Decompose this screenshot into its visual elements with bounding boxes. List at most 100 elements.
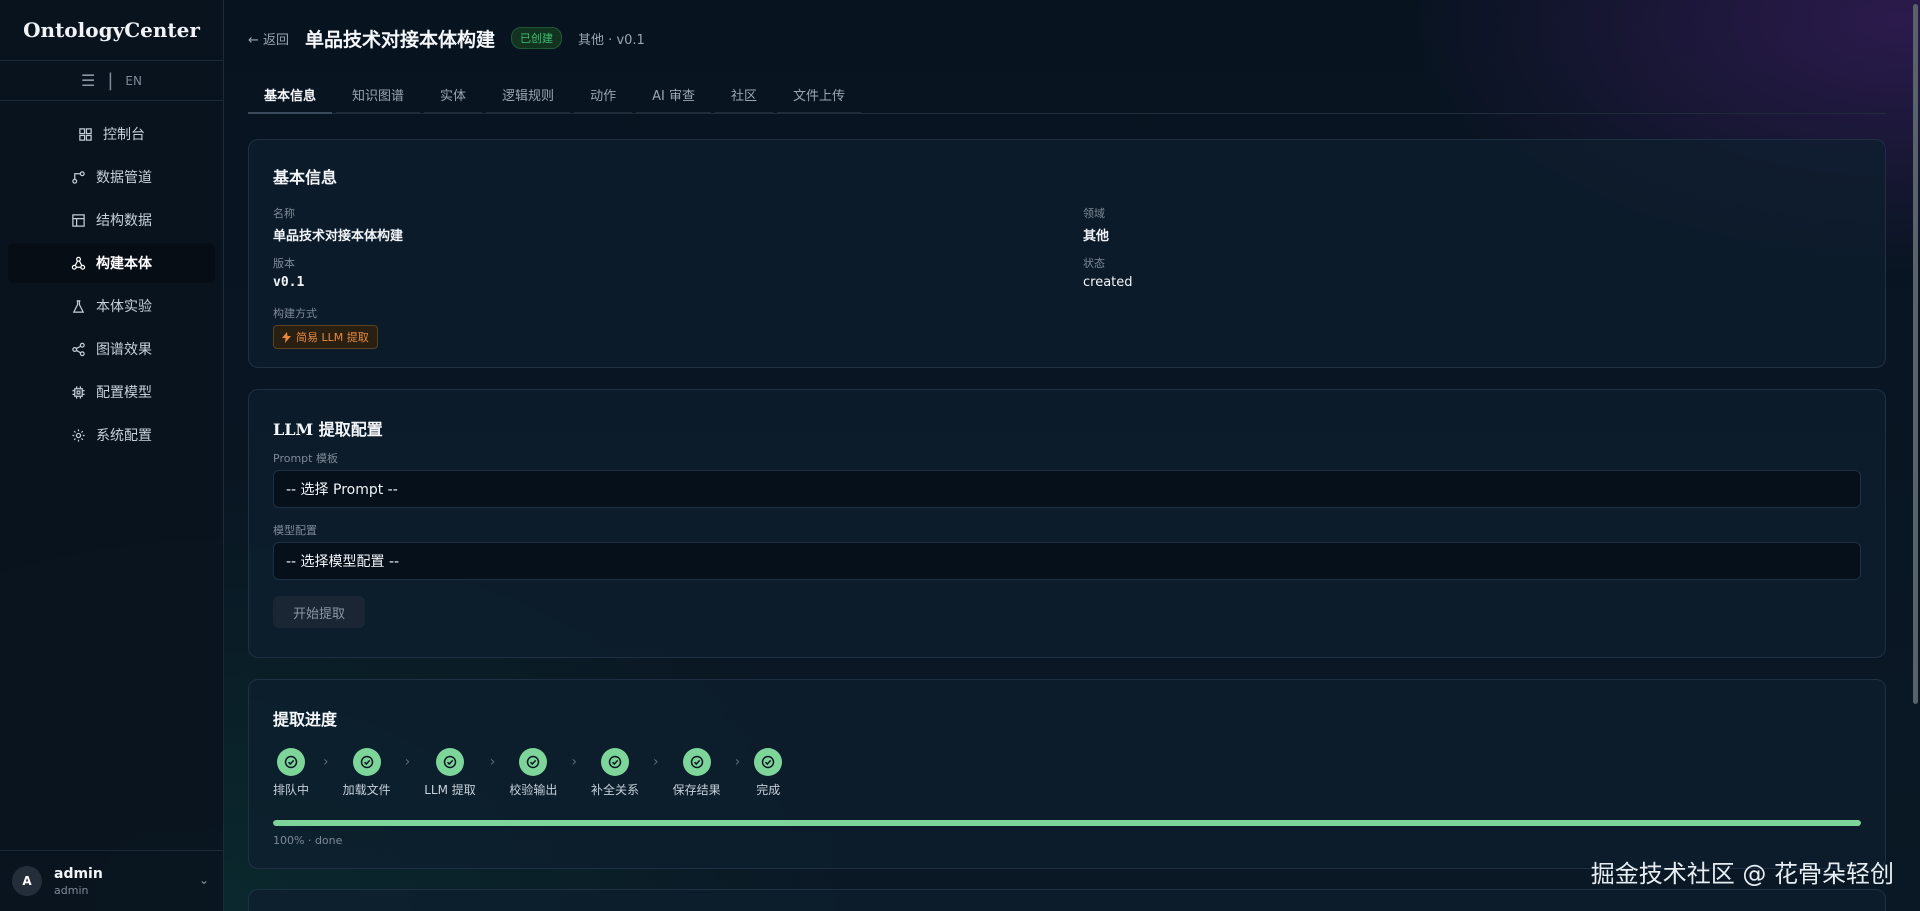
start-extraction-button[interactable]: 开始提取	[273, 596, 366, 628]
chevron-right-icon: ›	[404, 754, 411, 770]
tab-actions[interactable]: 动作	[574, 76, 633, 114]
sidebar-item-label: 系统配置	[96, 428, 152, 444]
progress-step: 保存结果	[673, 748, 721, 798]
progress-step-label: 保存结果	[672, 783, 721, 797]
page-header: ← 返回 单品技术对接本体构建 已创建 其他 · v0.1	[248, 0, 1886, 76]
progress-bar	[273, 820, 1861, 826]
sidebar-toolbar: ☰ | EN	[0, 61, 223, 101]
sidebar-item-label: 配置模型	[96, 385, 152, 401]
brand-logo: OntologyCenter	[0, 0, 223, 61]
llm-config-card: LLM 提取配置 Prompt 模板 -- 选择 Prompt -- 模型配置 …	[248, 389, 1886, 658]
tab-bar: 基本信息 知识图谱 实体 逻辑规则 动作 AI 审查 社区 文件上传	[248, 76, 1886, 114]
tab-basic-info[interactable]: 基本信息	[248, 76, 333, 114]
sidebar-item-ontology-lab[interactable]: 本体实验	[8, 286, 215, 326]
language-toggle[interactable]: EN	[125, 74, 142, 88]
field-label: 领域	[1083, 207, 1105, 220]
prompt-field: Prompt 模板 -- 选择 Prompt --	[273, 450, 1861, 508]
field-label: Prompt 模板	[273, 452, 338, 465]
tab-ai-review[interactable]: AI 审查	[636, 76, 711, 114]
sidebar-item-label: 结构数据	[96, 213, 152, 229]
sidebar-item-dashboard[interactable]: 控制台	[8, 114, 215, 154]
sidebar-item-label: 控制台	[103, 127, 145, 143]
user-info: admin admin	[54, 866, 103, 897]
chevron-right-icon: ›	[571, 754, 578, 770]
hierarchy-icon	[71, 256, 86, 270]
check-circle-icon	[682, 748, 711, 776]
check-circle-icon	[601, 748, 630, 776]
tab-knowledge-graph[interactable]: 知识图谱	[336, 76, 421, 114]
share-graph-icon	[72, 342, 85, 356]
page-meta: 其他 · v0.1	[578, 32, 645, 48]
model-field: 模型配置 -- 选择模型配置 --	[273, 522, 1861, 580]
field-value: 单品技术对接本体构建	[273, 229, 404, 244]
check-circle-icon	[519, 748, 548, 776]
progress-step-label: 加载文件	[342, 783, 391, 797]
method-field: 构建方式 简易 LLM 提取	[273, 305, 378, 349]
progress-step-label: 校验输出	[509, 783, 558, 797]
gear-icon	[72, 428, 85, 442]
sidebar-item-model-config[interactable]: 配置模型	[8, 372, 215, 412]
prompt-select[interactable]: -- 选择 Prompt --	[273, 470, 1861, 508]
hamburger-menu-icon[interactable]: ☰	[81, 71, 95, 90]
tab-entities[interactable]: 实体	[424, 76, 483, 114]
progress-step: 完成	[754, 748, 783, 798]
status-badge: 已创建	[511, 27, 563, 49]
progress-step-label: 补全关系	[591, 783, 640, 797]
sidebar-item-graph-effect[interactable]: 图谱效果	[8, 329, 215, 369]
model-select[interactable]: -- 选择模型配置 --	[273, 542, 1861, 580]
field-label: 模型配置	[273, 524, 317, 537]
field-value: v0.1	[273, 275, 305, 290]
progress-bar-fill	[273, 820, 1861, 826]
method-value: 简易 LLM 提取	[296, 331, 369, 344]
progress-step: 校验输出	[509, 748, 557, 798]
sidebar: OntologyCenter ☰ | EN 控制台 数据管道 结构数据 构建本体…	[0, 0, 224, 911]
field-value: 其他	[1083, 229, 1110, 244]
chevron-down-icon[interactable]: ⌄	[199, 873, 209, 887]
scrollbar[interactable]	[1913, 4, 1918, 704]
user-name: admin	[54, 865, 103, 882]
progress-step-label: 排队中	[273, 783, 310, 797]
sidebar-item-label: 数据管道	[96, 170, 152, 186]
chevron-right-icon: ›	[323, 754, 329, 770]
sidebar-item-structured-data[interactable]: 结构数据	[8, 200, 215, 240]
field-label: 名称	[273, 207, 295, 220]
sidebar-nav: 控制台 数据管道 结构数据 构建本体 本体实验 图谱效果 配置模型 系统配置	[0, 101, 223, 455]
domain-field: 领域 其他	[1083, 205, 1109, 244]
lightning-icon	[282, 331, 291, 343]
basic-info-card: 基本信息 名称 单品技术对接本体构建 领域 其他 版本 v0.1 状态 crea…	[248, 139, 1886, 368]
method-tag: 简易 LLM 提取	[273, 325, 378, 349]
sidebar-item-label: 图谱效果	[96, 342, 152, 358]
name-field: 名称 单品技术对接本体构建	[273, 205, 403, 244]
avatar: A	[12, 866, 42, 896]
field-label: 版本	[273, 257, 295, 270]
check-circle-icon	[352, 748, 381, 776]
tab-file-upload[interactable]: 文件上传	[776, 76, 861, 114]
version-field: 版本 v0.1	[273, 255, 304, 290]
progress-steps: 排队中 › 加载文件 › LLM 提取 › 校验输出 › 补全关系 › 保存结果 › 完成	[273, 748, 1861, 798]
flask-icon	[72, 299, 85, 313]
chevron-right-icon: ›	[653, 754, 659, 770]
tab-logic-rules[interactable]: 逻辑规则	[486, 76, 571, 114]
page-title: 单品技术对接本体构建	[305, 28, 496, 51]
sidebar-item-label: 构建本体	[96, 256, 152, 272]
main-content: ← 返回 单品技术对接本体构建 已创建 其他 · v0.1 基本信息 知识图谱 …	[248, 0, 1886, 911]
back-link[interactable]: ← 返回	[248, 29, 289, 48]
next-card	[248, 889, 1886, 911]
pipeline-icon	[72, 170, 85, 184]
check-circle-icon	[277, 748, 305, 776]
progress-step: LLM 提取	[424, 748, 476, 798]
card-title: 基本信息	[273, 168, 338, 187]
watermark: 掘金技术社区 @ 花骨朵轻创	[1590, 860, 1894, 888]
check-circle-icon	[436, 748, 465, 776]
field-label: 状态	[1083, 257, 1105, 270]
progress-step-label: LLM 提取	[424, 783, 476, 797]
extraction-progress-card: 提取进度 排队中 › 加载文件 › LLM 提取 › 校验输出 › 补全关系 › 保存结果 › 完成 1…	[248, 679, 1886, 869]
sidebar-item-pipeline[interactable]: 数据管道	[8, 157, 215, 197]
user-menu[interactable]: A admin admin ⌄	[0, 850, 223, 911]
sidebar-item-build-ontology[interactable]: 构建本体	[8, 243, 215, 283]
tab-community[interactable]: 社区	[714, 76, 773, 114]
cpu-icon	[72, 385, 85, 399]
field-label: 构建方式	[273, 307, 317, 320]
dashboard-icon	[79, 127, 92, 141]
sidebar-item-system-config[interactable]: 系统配置	[8, 415, 215, 455]
